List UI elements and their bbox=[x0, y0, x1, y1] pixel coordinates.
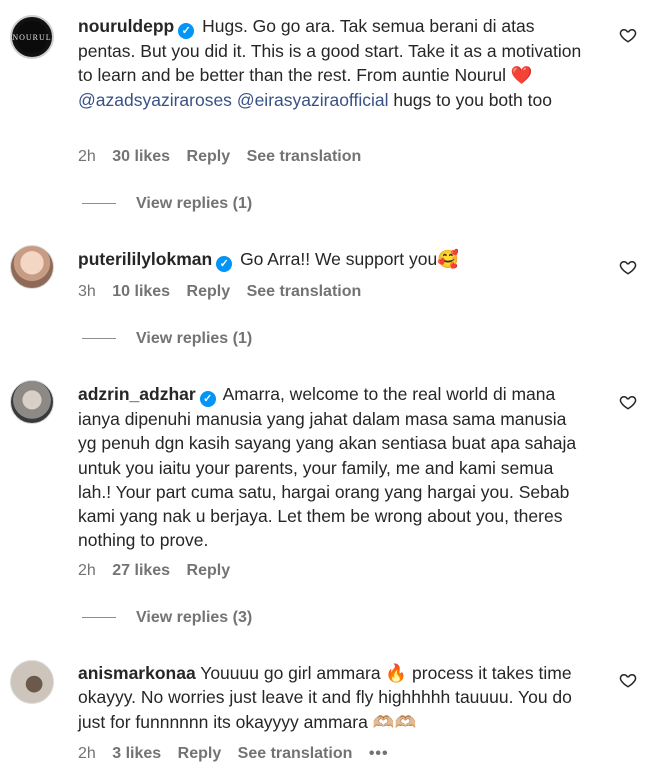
view-replies-label: View replies (1) bbox=[136, 195, 253, 212]
username[interactable]: nouruldepp bbox=[78, 16, 174, 36]
reply-button[interactable]: Reply bbox=[187, 283, 231, 300]
replies-divider bbox=[82, 203, 116, 205]
see-translation-button[interactable]: See translation bbox=[238, 745, 353, 762]
reply-button[interactable]: Reply bbox=[187, 562, 231, 579]
heart-outline-icon[interactable] bbox=[619, 258, 637, 276]
username[interactable]: adzrin_adzhar bbox=[78, 384, 196, 404]
comment-meta: 2h 3 likes Reply See translation ••• bbox=[78, 745, 401, 763]
replies-divider bbox=[82, 617, 116, 619]
likes-count[interactable]: 30 likes bbox=[112, 148, 170, 165]
verified-badge-icon: ✓ bbox=[216, 256, 233, 272]
view-replies-button[interactable]: View replies (3) bbox=[82, 609, 252, 627]
comment-body-end: hugs to you both too bbox=[388, 89, 552, 110]
avatar[interactable] bbox=[10, 245, 54, 289]
view-replies-button[interactable]: View replies (1) bbox=[82, 195, 252, 213]
timestamp: 2h bbox=[78, 148, 96, 165]
avatar[interactable] bbox=[10, 660, 54, 704]
comment-text: puterililylokman ✓ Go Arra!! We support y… bbox=[78, 247, 588, 272]
comment-text: anismarkonaa Youuuu go girl ammara 🔥 pro… bbox=[78, 661, 588, 734]
view-replies-label: View replies (3) bbox=[136, 609, 253, 626]
avatar[interactable]: NOURUL bbox=[10, 15, 54, 59]
reply-button[interactable]: Reply bbox=[178, 745, 222, 762]
comment-meta: 2h 30 likes Reply See translation bbox=[78, 148, 373, 166]
comment-body: Amarra, welcome to the real world di man… bbox=[78, 384, 577, 551]
see-translation-button[interactable]: See translation bbox=[247, 283, 362, 300]
timestamp: 2h bbox=[78, 562, 96, 579]
heart-outline-icon[interactable] bbox=[619, 671, 637, 689]
heart-emoji: ❤️ bbox=[510, 65, 533, 86]
mention-link[interactable]: @eirasyaziraofficial bbox=[237, 90, 389, 110]
verified-badge-icon: ✓ bbox=[178, 23, 195, 39]
avatar[interactable] bbox=[10, 380, 54, 424]
likes-count[interactable]: 27 likes bbox=[112, 562, 170, 579]
avatar-logo-text: NOURUL bbox=[12, 21, 51, 53]
comment-meta: 2h 27 likes Reply bbox=[78, 562, 242, 580]
heart-outline-icon[interactable] bbox=[619, 26, 637, 44]
username[interactable]: puterililylokman bbox=[78, 249, 212, 269]
likes-count[interactable]: 10 likes bbox=[112, 283, 170, 300]
comment-text: adzrin_adzhar ✓ Amarra, welcome to the re… bbox=[78, 382, 588, 553]
more-options-icon[interactable]: ••• bbox=[369, 745, 389, 762]
replies-divider bbox=[82, 338, 116, 340]
timestamp: 2h bbox=[78, 745, 96, 762]
view-replies-button[interactable]: View replies (1) bbox=[82, 330, 252, 348]
reply-button[interactable]: Reply bbox=[187, 148, 231, 165]
username[interactable]: anismarkonaa bbox=[78, 663, 196, 683]
heart-outline-icon[interactable] bbox=[619, 393, 637, 411]
comment-meta: 3h 10 likes Reply See translation bbox=[78, 283, 373, 301]
comment-body: Go Arra!! We support you🥰 bbox=[235, 249, 459, 269]
comment-text: nouruldepp ✓ Hugs. Go go ara. Tak semua b… bbox=[78, 14, 588, 112]
view-replies-label: View replies (1) bbox=[136, 330, 253, 347]
mention-link[interactable]: @azadsyaziraroses bbox=[78, 90, 232, 110]
see-translation-button[interactable]: See translation bbox=[247, 148, 362, 165]
likes-count[interactable]: 3 likes bbox=[112, 745, 161, 762]
verified-badge-icon: ✓ bbox=[199, 391, 216, 407]
timestamp: 3h bbox=[78, 283, 96, 300]
